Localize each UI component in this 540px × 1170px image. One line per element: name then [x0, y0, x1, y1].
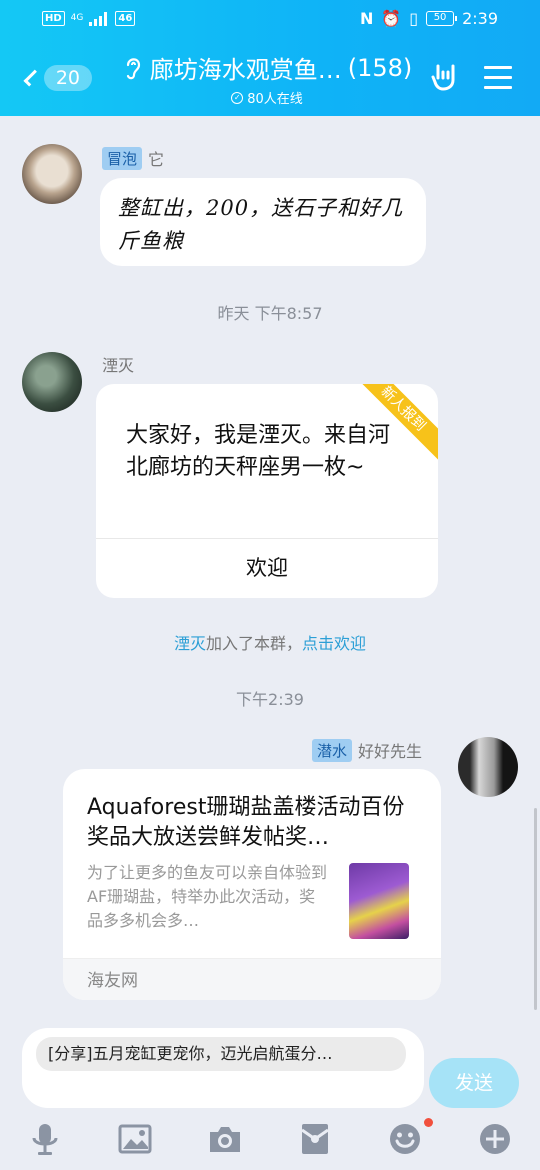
shared-link-card[interactable]: Aquaforest珊瑚盐盖楼活动百份奖品大放送尝鲜发帖奖… 为了让更多的鱼友可…: [63, 769, 441, 1000]
shared-source: 海友网: [63, 958, 441, 1000]
menu-line: [484, 66, 512, 69]
image-icon[interactable]: [118, 1122, 152, 1156]
avatar[interactable]: [22, 352, 82, 412]
scrollbar[interactable]: [534, 808, 537, 1010]
hd-badge: HD: [42, 11, 65, 26]
send-button[interactable]: 发送: [429, 1058, 519, 1108]
avatar[interactable]: [22, 144, 82, 204]
alarm-icon: ⏰: [381, 9, 402, 28]
group-name: 廊坊海水观赏鱼…: [149, 56, 342, 84]
member-level-badge: 潜水: [312, 738, 353, 762]
member-level-badge: 冒泡: [102, 146, 143, 170]
avatar[interactable]: [458, 737, 518, 797]
system-text: 加入了本群，: [205, 634, 302, 653]
sender-name[interactable]: 湮灭: [102, 352, 134, 376]
notification-dot: [424, 1118, 433, 1127]
timestamp: 昨天 下午8:57: [217, 304, 323, 323]
battery-icon: 50: [426, 11, 458, 26]
group-title-area[interactable]: 廊坊海水观赏鱼… (158) ✓ 80人在线: [112, 50, 422, 107]
sender-name[interactable]: 好好先生: [358, 738, 422, 762]
system-message: 湮灭加入了本群，点击欢迎: [0, 630, 540, 654]
menu-line: [484, 86, 512, 89]
shared-body: 为了让更多的鱼友可以亲自体验到AF珊瑚盐，特举办此次活动，奖品多多机会多…: [63, 857, 441, 958]
sim-badge: 46: [115, 11, 136, 26]
unread-count: 20: [43, 65, 92, 91]
status-right: N ⏰ ▯ 50 2:39: [360, 9, 498, 28]
status-left: HD 4G 46: [42, 11, 136, 26]
click-welcome-link[interactable]: 点击欢迎: [302, 634, 366, 653]
sender-info: 湮灭: [102, 352, 134, 376]
sender-name[interactable]: 它: [148, 146, 164, 170]
shared-title: Aquaforest珊瑚盐盖楼活动百份奖品大放送尝鲜发帖奖…: [87, 795, 405, 850]
ear-icon: [126, 57, 140, 79]
product-thumbnail: [349, 863, 409, 939]
sender-info: 冒泡 它: [102, 146, 164, 170]
timestamp: 下午2:39: [236, 690, 304, 709]
back-button[interactable]: 20: [22, 62, 92, 94]
clock: 2:39: [462, 9, 498, 28]
shared-description: 为了让更多的鱼友可以亲自体验到AF珊瑚盐，特举办此次活动，奖品多多机会多…: [87, 863, 328, 930]
group-title: 廊坊海水观赏鱼… (158): [112, 50, 422, 85]
red-packet-icon[interactable]: [298, 1122, 332, 1156]
network-label: 4G: [70, 13, 84, 23]
signal-icon: [89, 11, 108, 26]
check-icon: ✓: [231, 91, 244, 104]
nfc-icon: N: [359, 9, 374, 28]
member-count: (158): [347, 53, 413, 82]
online-count: 80人在线: [247, 92, 303, 107]
message-bubble[interactable]: 整缸出，200，送石子和好几斤鱼粮: [100, 178, 426, 266]
newcomer-card[interactable]: 新人报到 大家好，我是湮灭。来自河北廊坊的天秤座男一枚~ 欢迎: [96, 384, 438, 598]
status-bar: HD 4G 46 N ⏰ ▯ 50 2:39: [0, 0, 540, 40]
hand-gesture-icon[interactable]: [430, 62, 460, 92]
welcome-button[interactable]: 欢迎: [96, 539, 438, 597]
joined-user-link[interactable]: 湮灭: [174, 634, 206, 653]
camera-icon[interactable]: [208, 1122, 242, 1156]
sender-info: 潜水 好好先生: [312, 738, 422, 762]
menu-button[interactable]: [484, 66, 512, 96]
message-input[interactable]: [分享]五月宠缸更宠你，迈光启航蛋分…: [22, 1028, 424, 1108]
plus-icon[interactable]: [478, 1122, 512, 1156]
online-status: ✓ 80人在线: [112, 88, 422, 107]
chat-header: HD 4G 46 N ⏰ ▯ 50 2:39 20 廊坊海水观赏鱼… (158)…: [0, 0, 540, 116]
menu-line: [484, 76, 512, 79]
vibrate-icon: ▯: [409, 9, 419, 28]
input-toolbar: [0, 1104, 540, 1170]
share-chip[interactable]: [分享]五月宠缸更宠你，迈光启航蛋分…: [36, 1037, 406, 1071]
emoji-icon[interactable]: [388, 1122, 422, 1156]
chevron-left-icon: [23, 69, 41, 87]
microphone-icon[interactable]: [28, 1122, 62, 1156]
